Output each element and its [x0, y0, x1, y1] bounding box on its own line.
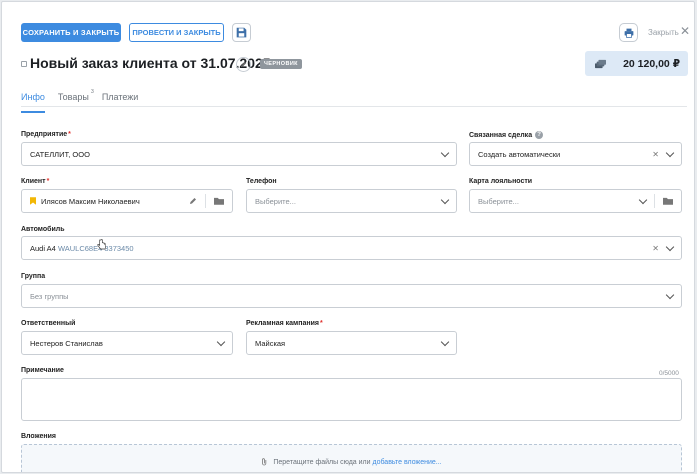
add-attachment-link[interactable]: добавьте вложение... — [372, 459, 441, 466]
bookmark-icon — [30, 197, 36, 205]
printer-icon — [624, 28, 633, 38]
post-and-close-button[interactable]: ПРОВЕСТИ И ЗАКРЫТЬ — [129, 23, 224, 42]
client-value: Илясов Максим Николаевич — [41, 196, 140, 206]
group-placeholder: Без группы — [30, 291, 69, 301]
related-deal-select[interactable]: Создать автоматически ✕ — [469, 142, 682, 166]
tab-bar: Инфо Товары 3 Платежи — [21, 89, 151, 113]
ad-campaign-value: Майская — [255, 338, 286, 348]
loyalty-card-placeholder: Выберите... — [478, 196, 519, 206]
close-x-icon[interactable]: ✕ — [680, 24, 690, 38]
tabs-divider — [21, 106, 687, 107]
tab-count-badge: 3 — [91, 89, 94, 95]
chevron-down-icon — [440, 195, 450, 204]
clear-icon[interactable]: ✕ — [652, 244, 659, 253]
attachments-label: Вложения — [21, 433, 56, 440]
pencil-icon[interactable] — [189, 197, 197, 205]
group-select[interactable]: Без группы — [21, 284, 682, 308]
folder-icon[interactable] — [663, 197, 673, 205]
ad-campaign-label: Рекламная кампания* — [246, 320, 323, 327]
chevron-down-icon — [216, 337, 226, 346]
divider — [205, 194, 206, 208]
help-icon[interactable]: ? — [535, 131, 544, 139]
close-link[interactable]: Закрыть — [648, 28, 679, 37]
note-label: Примечание — [21, 367, 64, 374]
phone-label: Телефон — [246, 178, 277, 185]
related-deal-label: Связанная сделка? — [469, 131, 544, 139]
paperclip-icon — [262, 458, 267, 466]
pencil-icon — [240, 61, 247, 68]
dropzone-text: Перетащите файлы сюда или добавьте вложе… — [22, 458, 681, 466]
floppy-disk-icon — [236, 27, 247, 38]
loyalty-card-select[interactable]: Выберите... — [469, 189, 682, 213]
related-deal-value: Создать автоматически — [478, 149, 561, 159]
loyalty-card-label: Карта лояльности — [469, 178, 533, 185]
responsible-value: Нестеров Станислав — [30, 338, 103, 348]
chevron-down-icon — [665, 242, 675, 251]
chevron-down-icon — [665, 148, 675, 157]
responsible-label: Ответственный — [21, 320, 76, 327]
company-value: САТЕЛЛИТ, ООО — [30, 149, 90, 159]
page-title: Новый заказ клиента от 31.07.2025 — [30, 55, 271, 71]
company-label: Предприятие* — [21, 131, 71, 138]
cash-stack-icon — [595, 59, 606, 68]
note-textarea[interactable] — [21, 378, 682, 421]
save-button[interactable] — [232, 23, 251, 42]
phone-select[interactable]: Выберите... — [246, 189, 457, 213]
chevron-down-icon — [440, 337, 450, 346]
order-form-window: СОХРАНИТЬ И ЗАКРЫТЬ ПРОВЕСТИ И ЗАКРЫТЬ З… — [1, 1, 695, 473]
save-and-close-button[interactable]: СОХРАНИТЬ И ЗАКРЫТЬ — [21, 23, 121, 42]
folder-icon[interactable] — [214, 197, 224, 205]
group-label: Группа — [21, 273, 46, 280]
company-select[interactable]: САТЕЛЛИТ, ООО — [21, 142, 457, 166]
tab-label: Товары — [57, 92, 89, 102]
dropzone-hint: Перетащите файлы сюда или — [273, 458, 371, 466]
responsible-select[interactable]: Нестеров Станислав — [21, 331, 233, 355]
tab-payments[interactable]: Платежи — [102, 92, 139, 107]
chevron-down-icon — [440, 148, 450, 157]
vehicle-label: Автомобиль — [21, 226, 65, 233]
tab-products[interactable]: Товары 3 — [57, 89, 94, 107]
attachments-dropzone[interactable]: Перетащите файлы сюда или добавьте вложе… — [21, 444, 682, 472]
client-label: Клиент* — [21, 178, 50, 185]
tab-label: Платежи — [101, 92, 139, 102]
ad-campaign-select[interactable]: Майская — [246, 331, 457, 355]
vehicle-vin: WAULC68E4 3373450 — [57, 243, 134, 253]
vehicle-model: Audi A4 — [30, 243, 56, 253]
order-total: 20 120,00 ₽ — [585, 51, 688, 76]
chevron-down-icon — [665, 290, 675, 299]
client-field[interactable]: Илясов Максим Николаевич — [21, 189, 233, 213]
tab-label: Инфо — [21, 92, 45, 102]
phone-placeholder: Выберите... — [255, 196, 296, 206]
status-badge: ЧЕРНОВИК — [260, 59, 302, 69]
vehicle-select[interactable]: Audi A4 WAULC68E4 3373450 ✕ — [21, 236, 682, 260]
total-amount: 20 120,00 ₽ — [623, 57, 680, 70]
print-button[interactable] — [619, 23, 638, 42]
note-char-counter: 0/5000 — [659, 370, 679, 377]
tab-info[interactable]: Инфо — [21, 92, 45, 113]
favorite-checkbox[interactable] — [21, 61, 27, 67]
chevron-down-icon — [638, 195, 648, 204]
clear-icon[interactable]: ✕ — [652, 150, 659, 159]
divider — [654, 194, 655, 208]
hand-cursor-icon — [97, 239, 106, 250]
edit-title-button[interactable] — [236, 57, 251, 72]
